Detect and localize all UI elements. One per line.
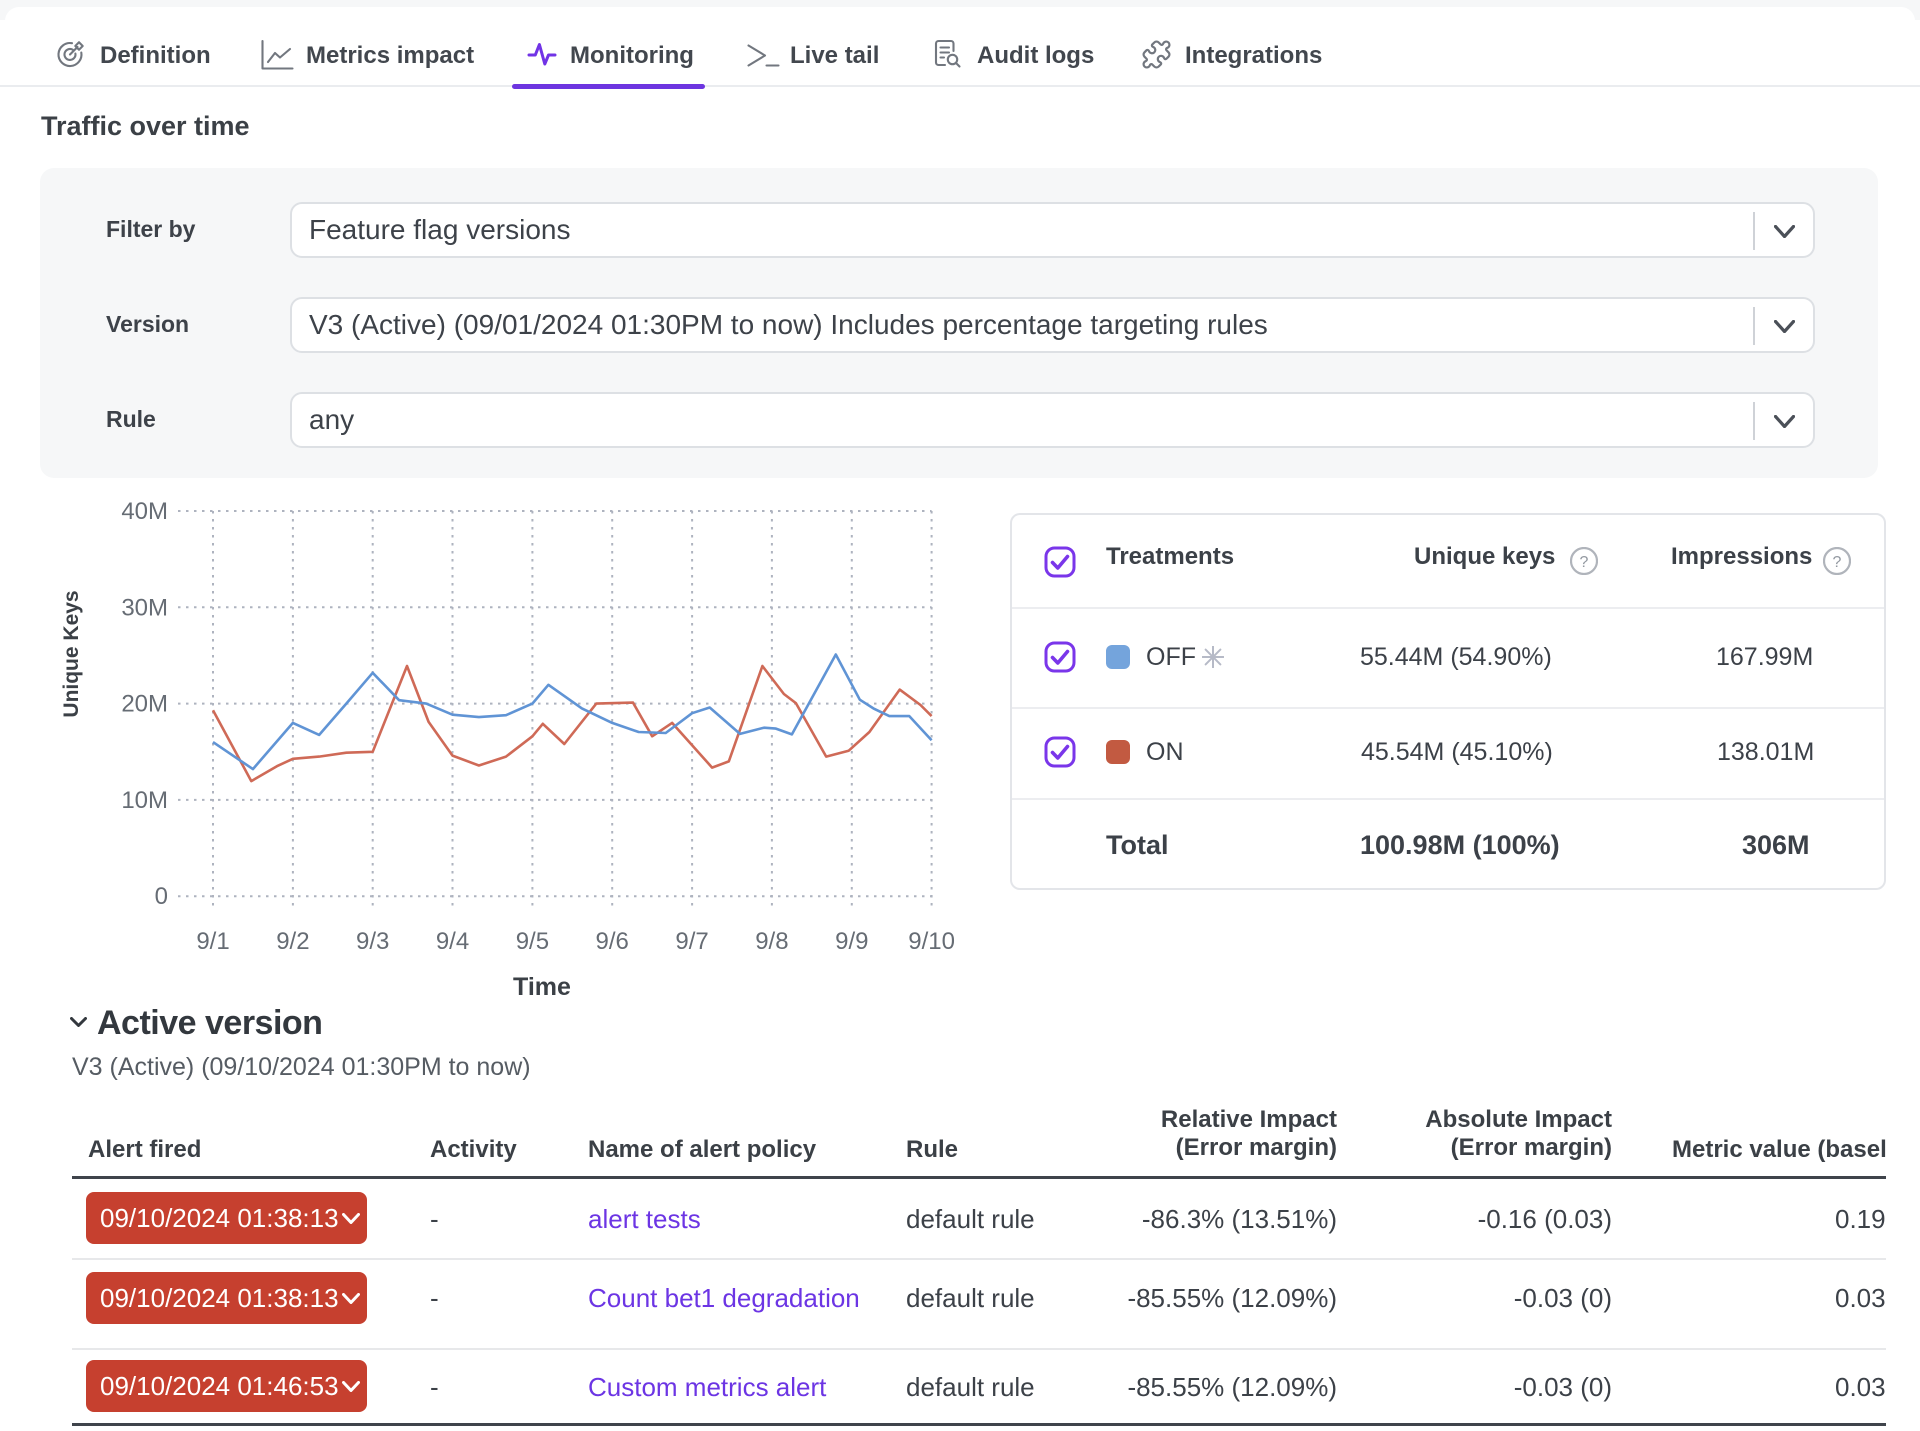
svg-text:9/10: 9/10 bbox=[908, 928, 955, 955]
svg-text:9/6: 9/6 bbox=[596, 928, 629, 955]
svg-text:9/4: 9/4 bbox=[436, 928, 469, 955]
svg-text:20M: 20M bbox=[121, 691, 168, 718]
svg-text:9/8: 9/8 bbox=[755, 928, 788, 955]
svg-text:9/9: 9/9 bbox=[835, 928, 868, 955]
svg-text:30M: 30M bbox=[121, 594, 168, 621]
svg-text:9/5: 9/5 bbox=[516, 928, 549, 955]
svg-text:9/3: 9/3 bbox=[356, 928, 389, 955]
svg-text:40M: 40M bbox=[121, 498, 168, 525]
svg-text:Time: Time bbox=[513, 973, 571, 1001]
svg-text:9/1: 9/1 bbox=[196, 928, 229, 955]
svg-text:?: ? bbox=[1580, 554, 1589, 571]
svg-text:10M: 10M bbox=[121, 787, 168, 814]
svg-text:0: 0 bbox=[155, 883, 168, 910]
svg-text:?: ? bbox=[1833, 554, 1842, 571]
svg-text:Unique Keys: Unique Keys bbox=[60, 590, 83, 717]
svg-text:9/7: 9/7 bbox=[675, 928, 708, 955]
svg-text:9/2: 9/2 bbox=[276, 928, 309, 955]
